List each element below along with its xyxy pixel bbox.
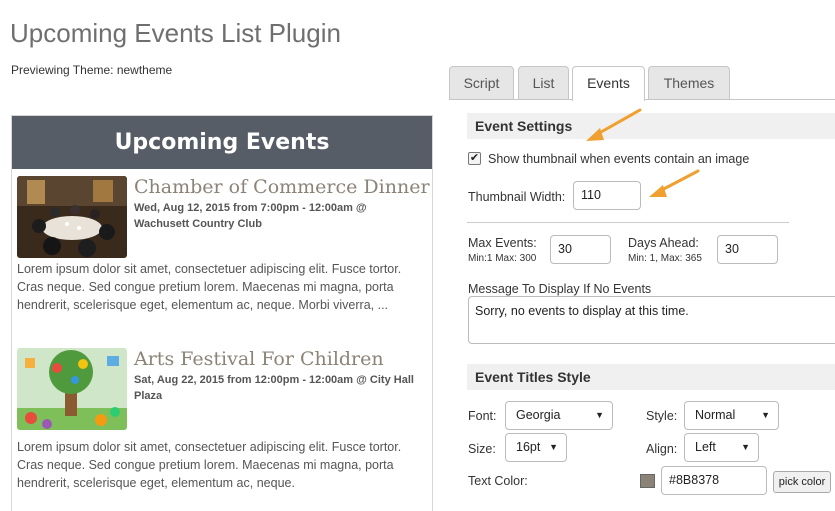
size-select-value: 16pt [516, 440, 541, 454]
days-ahead-hint: Min: 1, Max: 365 [628, 253, 702, 264]
chevron-down-icon: ▼ [761, 410, 770, 420]
max-events-label: Max Events: [468, 236, 537, 250]
event-title[interactable]: Chamber of Commerce Dinner [134, 176, 430, 198]
align-select-value: Left [695, 440, 716, 454]
event-settings-heading: Event Settings [467, 113, 835, 139]
tab-script[interactable]: Script [449, 66, 514, 100]
no-events-message-label: Message To Display If No Events [468, 282, 652, 296]
chevron-down-icon: ▼ [549, 442, 558, 452]
event-description: Lorem ipsum dolor sit amet, consectetuer… [17, 262, 402, 312]
align-select[interactable]: Left ▼ [684, 433, 759, 462]
pick-color-button[interactable]: pick color [773, 471, 831, 493]
max-events-hint: Min:1 Max: 300 [468, 253, 537, 264]
event-meta: Wed, Aug 12, 2015 from 7:00pm - 12:00am … [134, 202, 367, 230]
show-thumbnail-label: Show thumbnail when events contain an im… [488, 152, 750, 166]
style-select-value: Normal [695, 408, 736, 422]
align-label: Align: [646, 442, 678, 456]
font-select-value: Georgia [516, 408, 561, 422]
event-thumbnail [17, 348, 127, 430]
style-label: Style: [646, 409, 678, 423]
chevron-down-icon: ▼ [595, 410, 604, 420]
event-title[interactable]: Arts Festival For Children [134, 348, 384, 370]
color-swatch[interactable] [640, 474, 655, 488]
event-description: Lorem ipsum dolor sit amet, consectetuer… [17, 440, 402, 490]
event-thumbnail [17, 176, 127, 258]
chevron-down-icon: ▼ [741, 442, 750, 452]
no-events-message-textarea[interactable]: Sorry, no events to display at this time… [468, 296, 835, 344]
days-ahead-label: Days Ahead: [628, 236, 699, 250]
event-titles-style-heading: Event Titles Style [467, 364, 835, 390]
preview-header: Upcoming Events [12, 116, 432, 169]
days-ahead-input[interactable]: 30 [717, 235, 778, 264]
tab-events[interactable]: Events [572, 66, 645, 101]
max-events-input[interactable]: 30 [550, 235, 611, 264]
events-preview: Upcoming Events Chamber of Commerce Dinn… [11, 115, 433, 511]
tab-list[interactable]: List [518, 66, 569, 100]
size-label: Size: [468, 442, 496, 456]
show-thumbnail-checkbox[interactable]: ✔ [468, 152, 481, 165]
text-color-label: Text Color: [468, 474, 528, 488]
event-meta: Sat, Aug 22, 2015 from 12:00pm - 12:00am… [134, 374, 414, 402]
arrow-icon [586, 108, 642, 141]
size-select[interactable]: 16pt ▼ [505, 433, 567, 462]
divider [467, 222, 789, 223]
theme-note: Previewing Theme: newtheme [11, 63, 173, 77]
text-color-input[interactable]: #8B8378 [661, 466, 767, 495]
style-select[interactable]: Normal ▼ [684, 401, 779, 430]
thumbnail-width-label: Thumbnail Width: [468, 190, 566, 204]
arrow-icon [649, 169, 700, 197]
page-title: Upcoming Events List Plugin [10, 18, 341, 48]
tab-themes[interactable]: Themes [648, 66, 730, 100]
font-select[interactable]: Georgia ▼ [505, 401, 613, 430]
thumbnail-width-input[interactable]: 110 [573, 181, 641, 210]
font-label: Font: [468, 409, 497, 423]
